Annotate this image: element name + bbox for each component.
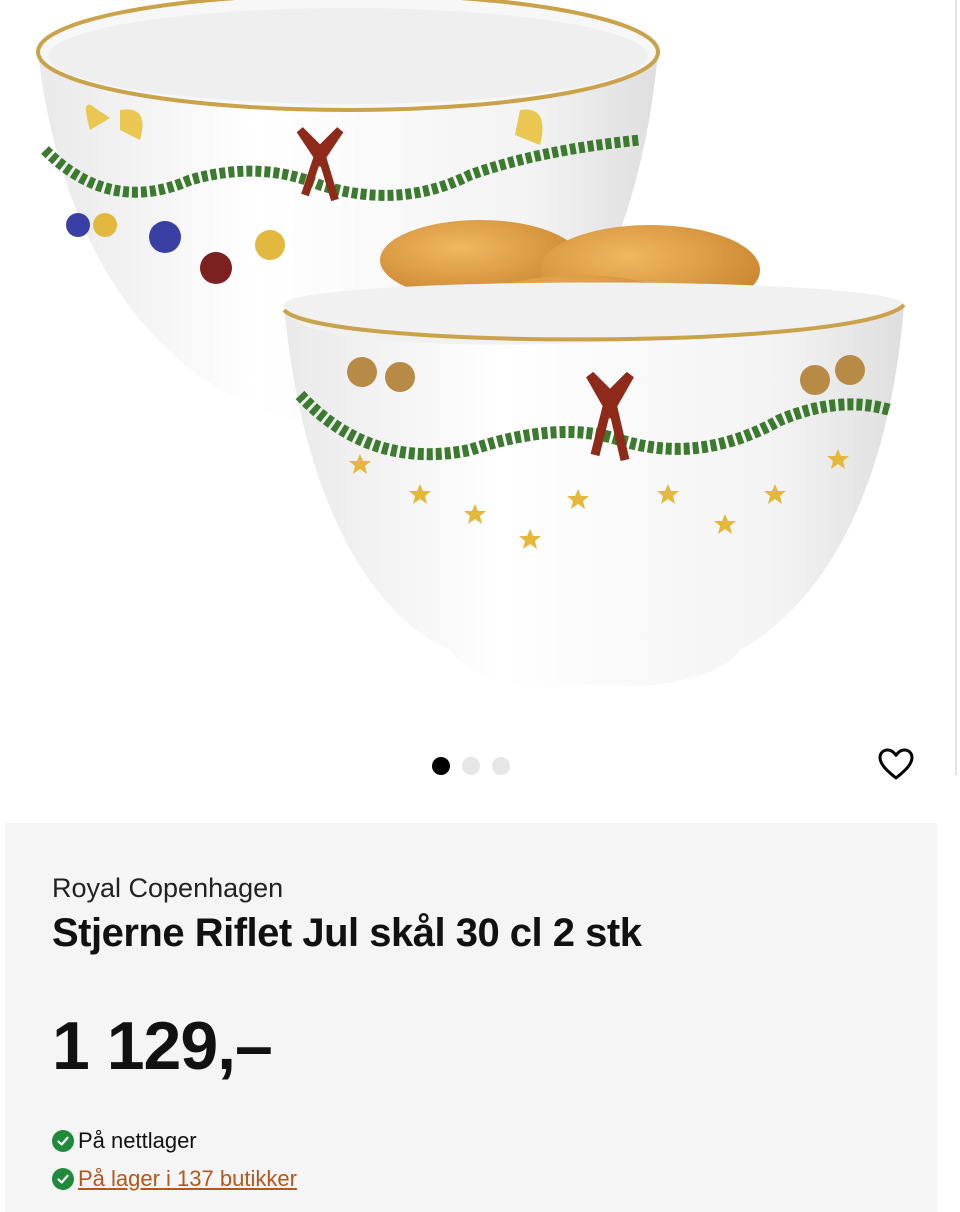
product-price: 1 129,– (52, 1008, 273, 1084)
favorite-button[interactable] (876, 745, 916, 785)
store-stock-status[interactable]: På lager i 137 butikker (52, 1166, 297, 1192)
carousel-dot-3[interactable] (492, 757, 510, 775)
carousel-dot-2[interactable] (462, 757, 480, 775)
check-circle-icon (52, 1168, 74, 1190)
online-stock-label: På nettlager (78, 1128, 197, 1153)
product-image-gallery[interactable] (0, 0, 960, 800)
product-image (36, 0, 906, 688)
carousel-dots (432, 757, 510, 775)
brand-name[interactable]: Royal Copenhagen (52, 873, 283, 904)
online-stock-status: På nettlager (52, 1128, 197, 1154)
check-circle-icon (52, 1130, 74, 1152)
store-stock-link[interactable]: På lager i 137 butikker (78, 1166, 297, 1192)
product-info-panel: Royal Copenhagen Stjerne Riflet Jul skål… (5, 823, 937, 1212)
carousel-dot-1[interactable] (432, 757, 450, 775)
product-title: Stjerne Riflet Jul skål 30 cl 2 stk (52, 911, 642, 955)
heart-outline-icon (878, 748, 914, 780)
